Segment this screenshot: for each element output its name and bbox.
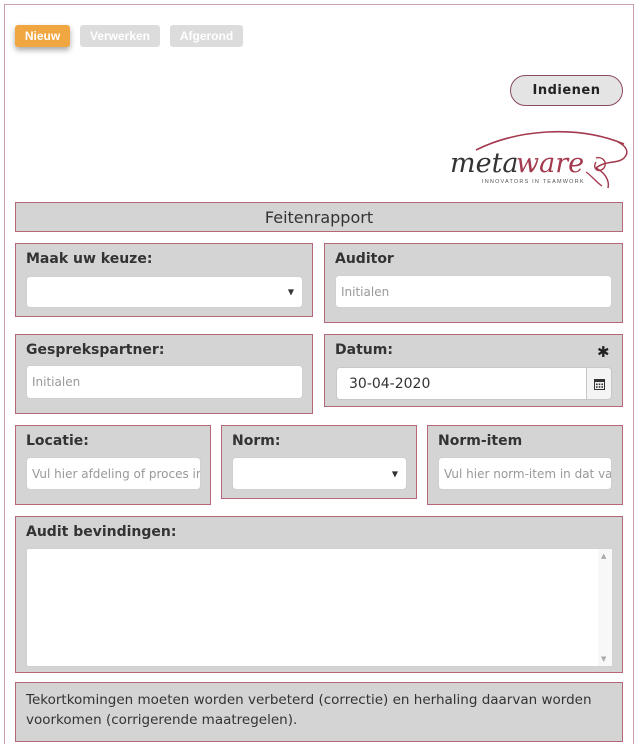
partner-panel: Gesprekspartner: Initialen [15, 334, 313, 414]
norm-panel: Norm: ▼ [221, 425, 417, 499]
calendar-button[interactable] [586, 367, 612, 400]
norm-item-input[interactable]: Vul hier norm-item in dat van toepassing… [438, 457, 612, 490]
date-panel: Datum: ✱ 30-04-2020 [324, 334, 623, 407]
findings-textarea[interactable]: ▲ ▼ [26, 548, 613, 667]
auditor-panel: Auditor Initialen [324, 243, 623, 323]
partner-label: Gesprekspartner: [26, 342, 165, 358]
status-tab-new[interactable]: Nieuw [15, 25, 70, 47]
auditor-label: Auditor [335, 251, 394, 267]
norm-item-label: Norm-item [438, 433, 523, 449]
required-asterisk-icon: ✱ [597, 343, 610, 361]
scroll-down-icon[interactable]: ▼ [601, 655, 606, 663]
choice-panel: Maak uw keuze: ▼ [15, 243, 313, 317]
location-input[interactable]: Vul hier afdeling of proces in [26, 457, 201, 490]
norm-select[interactable]: ▼ [232, 457, 407, 490]
metaware-logo: meta ware INNOVATORS IN TEAMWORK [450, 130, 628, 189]
svg-text:meta: meta [450, 148, 519, 179]
corrective-action-note: Tekortkomingen moeten worden verbeterd (… [15, 682, 623, 742]
scroll-up-icon[interactable]: ▲ [601, 552, 606, 560]
norm-item-panel: Norm-item Vul hier norm-item in dat van … [427, 425, 623, 505]
partner-input[interactable]: Initialen [26, 365, 303, 399]
date-input[interactable]: 30-04-2020 [336, 367, 587, 400]
svg-text:INNOVATORS IN TEAMWORK: INNOVATORS IN TEAMWORK [482, 179, 585, 185]
status-tab-processing[interactable]: Verwerken [80, 25, 160, 47]
status-tab-completed[interactable]: Afgerond [170, 25, 243, 47]
location-panel: Locatie: Vul hier afdeling of proces in [15, 425, 211, 505]
submit-button[interactable]: Indienen [510, 75, 623, 106]
findings-scrollbar[interactable]: ▲ ▼ [598, 549, 612, 666]
caret-down-icon: ▼ [391, 469, 398, 478]
calendar-icon [593, 378, 605, 390]
date-label: Datum: [335, 342, 393, 358]
form-title: Feitenrapport [15, 202, 623, 232]
choice-label: Maak uw keuze: [26, 251, 153, 267]
auditor-input[interactable]: Initialen [335, 275, 612, 308]
location-label: Locatie: [26, 433, 89, 449]
choice-select[interactable]: ▼ [26, 276, 303, 308]
findings-panel: Audit bevindingen: ▲ ▼ [15, 516, 623, 673]
svg-text:ware: ware [516, 148, 584, 179]
norm-label: Norm: [232, 433, 281, 449]
caret-down-icon: ▼ [287, 287, 294, 297]
findings-label: Audit bevindingen: [26, 524, 177, 540]
